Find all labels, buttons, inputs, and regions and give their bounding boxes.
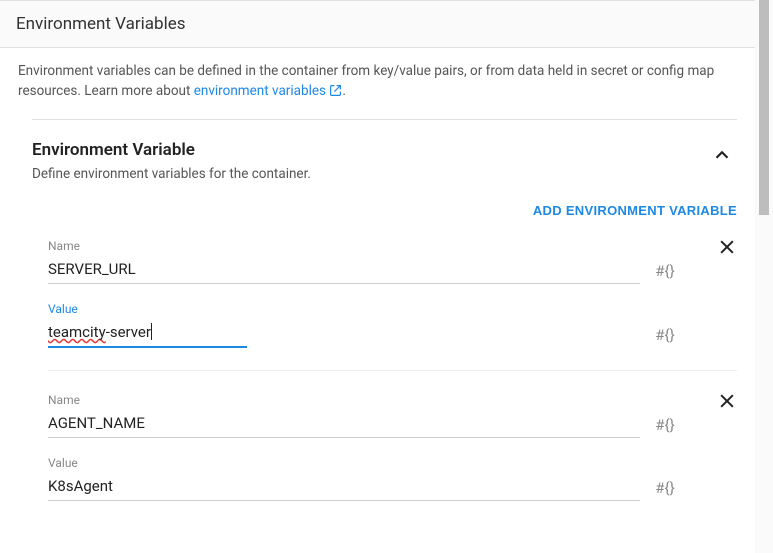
value-label: Value bbox=[48, 456, 640, 470]
close-icon bbox=[717, 391, 737, 411]
collapse-panel-button[interactable] bbox=[707, 140, 737, 170]
value-label: Value bbox=[48, 302, 640, 316]
external-link-icon bbox=[329, 84, 342, 97]
close-icon bbox=[717, 237, 737, 257]
var-reference-button[interactable]: #{} bbox=[654, 416, 676, 438]
env-var-panel: Environment Variable Define environment … bbox=[32, 119, 737, 501]
section-header: Environment Variables bbox=[0, 0, 755, 48]
remove-env-var-button[interactable] bbox=[717, 391, 737, 411]
env-var-value-input[interactable] bbox=[48, 318, 247, 348]
env-var-name-input[interactable] bbox=[48, 255, 640, 284]
env-var-row: Name #{} Value #{} bbox=[48, 370, 737, 501]
panel-subtitle: Define environment variables for the con… bbox=[32, 166, 311, 182]
section-description: Environment variables can be defined in … bbox=[18, 62, 737, 101]
name-label: Name bbox=[48, 393, 640, 407]
scrollbar-thumb[interactable] bbox=[759, 0, 769, 215]
env-var-row: Name #{} Value teamcity-server #{} bbox=[48, 229, 737, 348]
remove-env-var-button[interactable] bbox=[717, 237, 737, 257]
env-var-name-input[interactable] bbox=[48, 409, 640, 438]
var-reference-button[interactable]: #{} bbox=[654, 262, 676, 284]
scrollbar-track[interactable] bbox=[755, 0, 773, 553]
panel-title: Environment Variable bbox=[32, 140, 311, 160]
name-label: Name bbox=[48, 239, 640, 253]
env-var-value-input[interactable] bbox=[48, 472, 640, 501]
chevron-up-icon bbox=[711, 144, 733, 166]
var-reference-button[interactable]: #{} bbox=[654, 326, 676, 348]
env-vars-doc-link[interactable]: environment variables bbox=[194, 83, 343, 99]
var-reference-button[interactable]: #{} bbox=[654, 479, 676, 501]
add-env-var-button[interactable]: ADD ENVIRONMENT VARIABLE bbox=[533, 203, 737, 218]
section-title: Environment Variables bbox=[16, 14, 739, 34]
